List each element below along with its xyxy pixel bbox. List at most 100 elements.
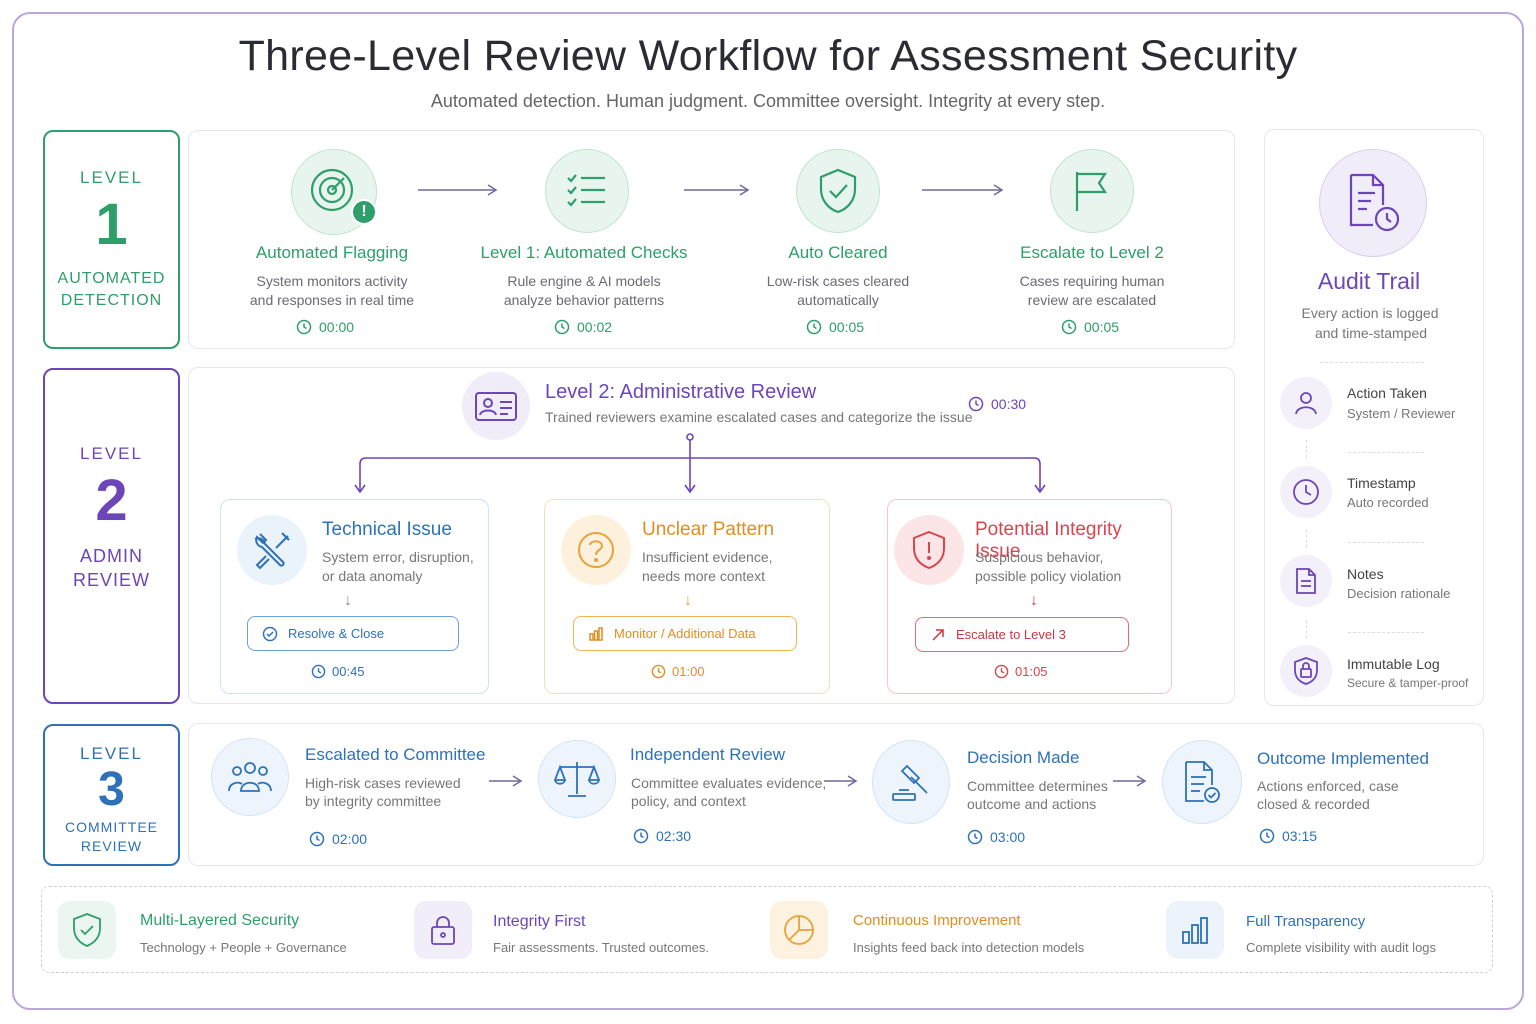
- admin-review-desc: Trained reviewers examine escalated case…: [545, 409, 973, 425]
- clock-icon: [968, 396, 984, 412]
- step-desc-line1: Low-risk cases cleared: [766, 273, 910, 289]
- category-title: Unclear Pattern: [642, 519, 775, 540]
- step-title: Independent Review: [630, 745, 786, 764]
- decision-icon-circle: [872, 740, 950, 824]
- category-card-technical-issue: Technical Issue System error, disruption…: [220, 499, 489, 694]
- level-2-desc-line2: REVIEW: [72, 570, 150, 591]
- technical-issue-icon-circle: [237, 515, 307, 585]
- resolve-close-button[interactable]: Resolve & Close: [247, 616, 459, 651]
- admin-review-icon-circle: [462, 372, 530, 440]
- escalate-level-3-button[interactable]: Escalate to Level 3: [915, 617, 1129, 652]
- tools-icon: [254, 532, 290, 570]
- step-desc-line1: Committee evaluates evidence,: [631, 775, 827, 791]
- step-desc-line1: Committee determines: [967, 778, 1108, 794]
- step-desc-line2: closed & recorded: [1257, 796, 1370, 812]
- level-1-label: LEVEL: [80, 168, 143, 187]
- audit-item-sub: Auto recorded: [1347, 495, 1429, 510]
- integrity-issue-icon-circle: [894, 515, 964, 585]
- step-desc-line2: review are escalated: [1027, 292, 1157, 308]
- footer-sub: Insights feed back into detection models: [853, 940, 1085, 955]
- action-label: Escalate to Level 3: [956, 627, 1066, 642]
- footer-title: Integrity First: [493, 913, 586, 930]
- clock-icon: [1061, 319, 1077, 335]
- people-icon: [228, 762, 272, 792]
- flag-icon: [1075, 172, 1108, 211]
- independent-review-icon-circle: [538, 740, 616, 818]
- footer-icon-box: [414, 901, 472, 959]
- category-time: 01:05: [994, 664, 1048, 679]
- level-1-tab: LEVEL 1 AUTOMATED DETECTION: [43, 130, 180, 349]
- level-2-label: LEVEL: [80, 444, 143, 463]
- page-subtitle: Automated detection. Human judgment. Com…: [430, 91, 1106, 111]
- divider: [1320, 362, 1424, 363]
- clock-icon: [311, 664, 326, 679]
- flow-arrow: [418, 184, 498, 196]
- step-desc-line1: High-risk cases reviewed: [305, 775, 461, 791]
- level-3-desc-line2: REVIEW: [80, 837, 143, 854]
- category-desc-line2: needs more context: [642, 568, 765, 584]
- arrow-up-right-icon: [932, 628, 944, 641]
- down-arrow-icon: ↓: [1030, 592, 1038, 609]
- step-time-value: 02:00: [332, 831, 368, 847]
- audit-trail-desc-line2: and time-stamped: [1314, 325, 1428, 341]
- audit-item-title: Notes: [1347, 566, 1384, 582]
- audit-item-icon-circle: [1280, 377, 1332, 429]
- lock-shield-icon: [1294, 657, 1318, 685]
- audit-item-sub: System / Reviewer: [1347, 406, 1456, 421]
- level-3-tab: LEVEL 3 COMMITTEE REVIEW: [43, 724, 180, 866]
- category-time-value: 01:05: [1015, 664, 1048, 679]
- category-desc-line1: Insufficient evidence,: [642, 549, 773, 565]
- action-label: Monitor / Additional Data: [614, 626, 756, 641]
- level-1-desc-line1: AUTOMATED: [57, 270, 166, 287]
- category-card-integrity-issue: Potential Integrity Issue Suspicious beh…: [887, 499, 1172, 694]
- step-time: 02:00: [309, 831, 367, 847]
- page-title: Three-Level Review Workflow for Assessme…: [238, 32, 1298, 80]
- monitor-additional-data-button[interactable]: Monitor / Additional Data: [573, 616, 797, 651]
- footer-sub: Technology + People + Governance: [140, 940, 347, 955]
- level-3-number: 3: [98, 763, 125, 816]
- pie-chart-icon: [784, 915, 814, 945]
- clock-icon: [967, 829, 983, 845]
- alert-badge-icon: !: [351, 199, 377, 225]
- id-card-icon: [475, 392, 517, 421]
- auto-cleared-icon-circle: [796, 149, 880, 233]
- clock-icon: [651, 664, 666, 679]
- step-time: 02:30: [633, 828, 691, 844]
- step-title: Automated Flagging: [255, 243, 409, 262]
- category-desc-line1: System error, disruption,: [322, 549, 474, 565]
- step-time: 00:05: [806, 319, 864, 335]
- footer-icon-box: [58, 901, 116, 959]
- level-1-desc-line2: DETECTION: [60, 291, 163, 309]
- step-time-value: 00:02: [577, 319, 613, 335]
- category-desc-line2: possible policy violation: [975, 568, 1122, 584]
- level-3-desc-line1: COMMITTEE: [65, 819, 158, 835]
- level-2-number: 2: [95, 468, 128, 533]
- down-arrow-icon: ↓: [344, 592, 352, 609]
- category-time: 00:45: [311, 664, 365, 679]
- scales-icon: [554, 762, 600, 797]
- level-3-label: LEVEL: [80, 744, 143, 763]
- footer-icon-box: [770, 901, 828, 959]
- connector: [1306, 440, 1307, 458]
- category-time: 01:00: [651, 664, 705, 679]
- level-1-number: 1: [95, 192, 128, 257]
- clock-icon: [554, 319, 570, 335]
- audit-trail-title: Audit Trail: [1317, 268, 1421, 294]
- committee-icon-circle: [211, 738, 289, 816]
- gavel-icon: [892, 764, 928, 801]
- audit-item-sub: Secure & tamper-proof: [1347, 676, 1469, 690]
- check-circle-icon: [262, 626, 278, 641]
- step-time-value: 03:15: [1282, 828, 1318, 844]
- step-desc-line2: policy, and context: [631, 793, 746, 809]
- step-desc-line1: Rule engine & AI models: [507, 273, 661, 289]
- step-time-value: 00:05: [829, 319, 865, 335]
- clock-icon: [309, 831, 325, 847]
- step-desc-line1: System monitors activity: [256, 273, 408, 289]
- step-desc-line1: Cases requiring human: [1019, 273, 1165, 289]
- footer-title: Full Transparency: [1246, 913, 1366, 930]
- flow-arrow: [1113, 775, 1147, 787]
- footer-sub: Fair assessments. Trusted outcomes.: [493, 940, 710, 955]
- step-time-value: 00:00: [319, 319, 355, 335]
- level-2-desc-line1: ADMIN: [80, 546, 143, 566]
- audit-item-icon-circle: [1280, 645, 1332, 697]
